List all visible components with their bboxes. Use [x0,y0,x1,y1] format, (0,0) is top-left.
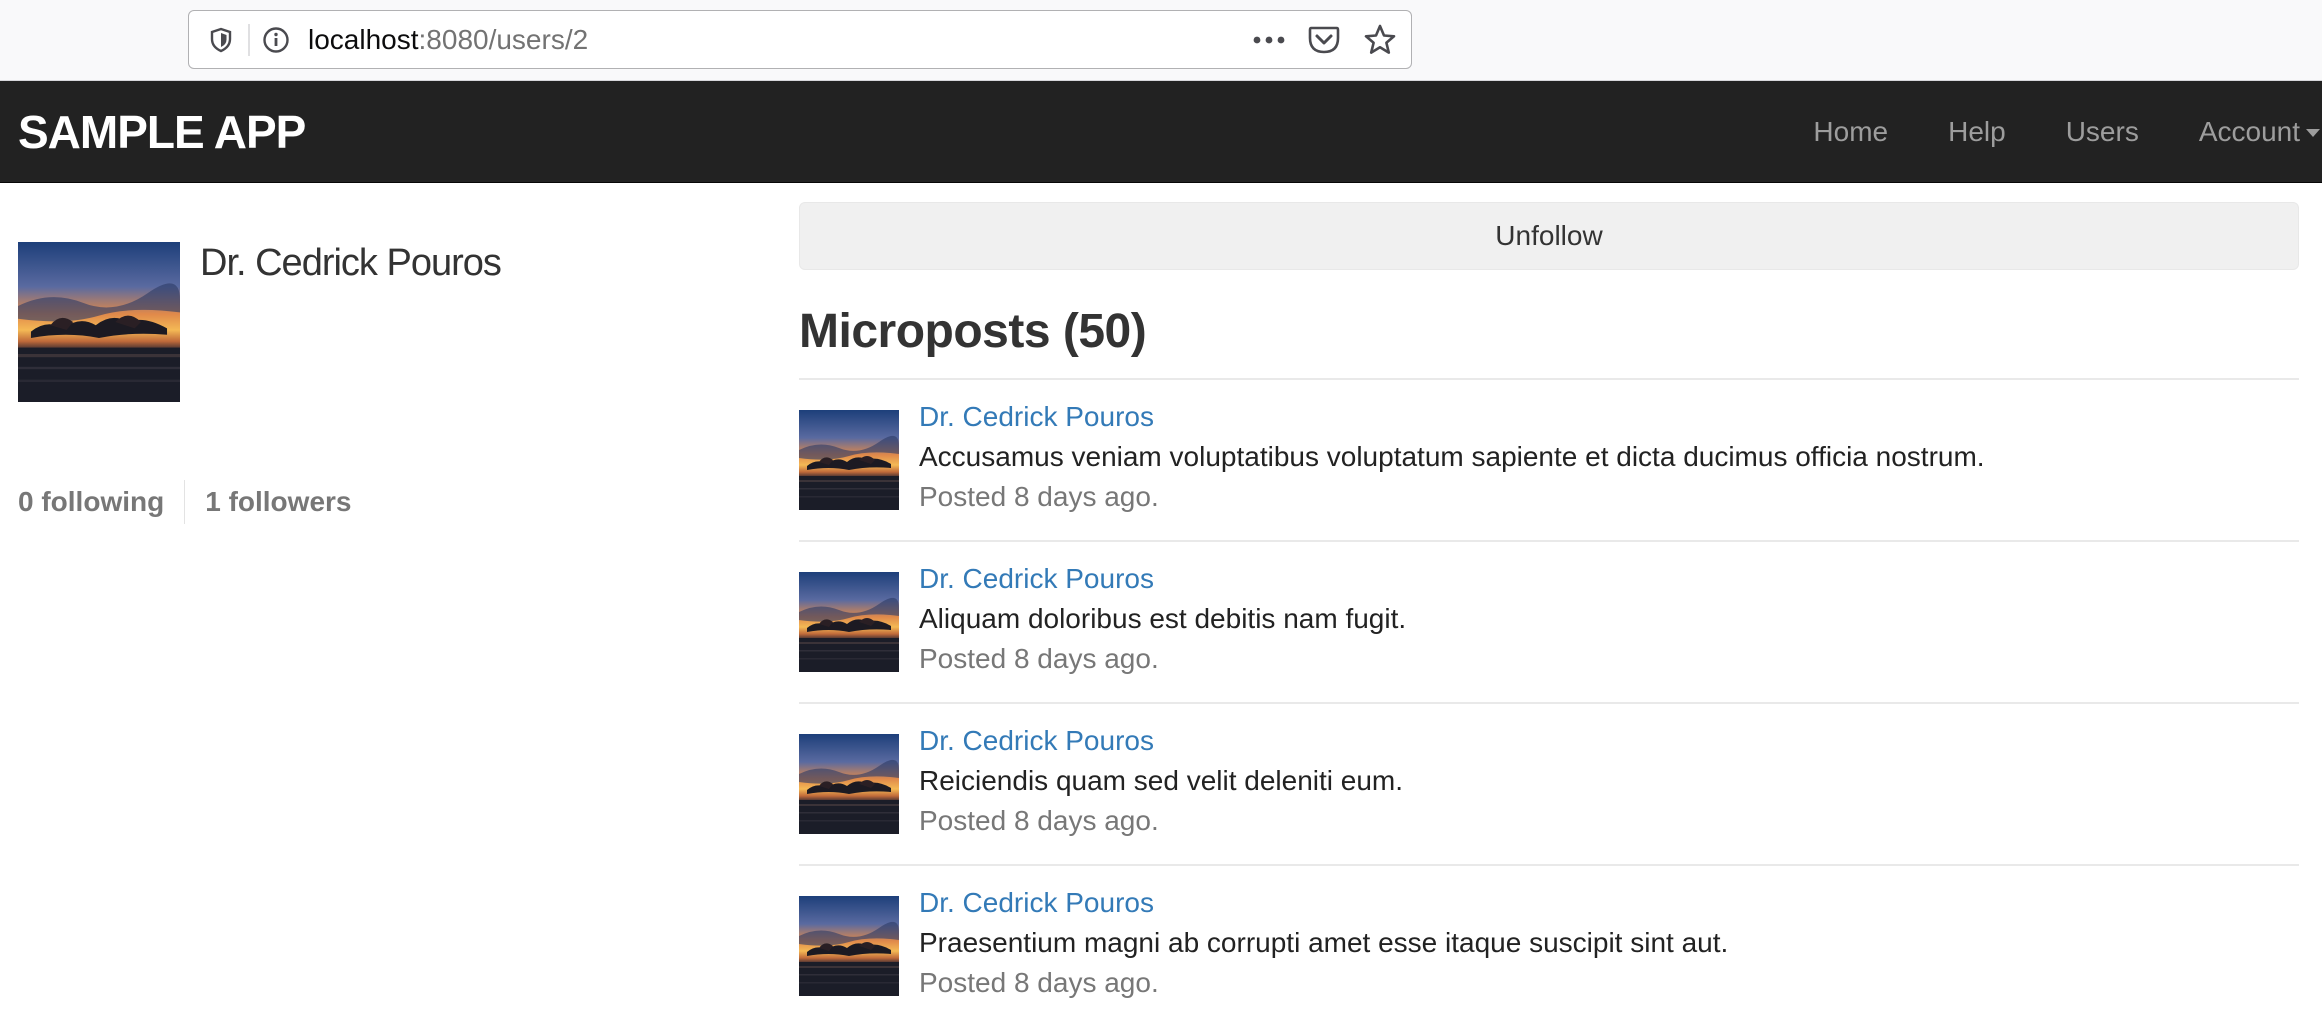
url-text[interactable]: localhost:8080/users/2 [308,23,588,57]
micropost-avatar[interactable] [799,410,899,510]
micropost-content: Accusamus veniam voluptatibus voluptatum… [919,441,1985,472]
url-host: localhost [308,24,419,55]
url-bar-separator [248,24,250,56]
pocket-icon[interactable] [1307,24,1341,56]
nav-account-label: Account [2198,116,2300,147]
nav-links: Home Help Users Account [1783,81,2322,183]
micropost-timestamp: Posted 8 days ago. [919,805,1159,836]
url-bar[interactable]: localhost:8080/users/2 [188,10,1412,69]
micropost-timestamp: Posted 8 days ago. [919,967,1159,998]
micropost-item: Dr. Cedrick Pouros Accusamus veniam volu… [799,379,2299,539]
stats-divider [184,480,186,524]
micropost-timestamp: Posted 8 days ago. [919,643,1159,674]
shield-icon[interactable] [207,26,235,54]
micropost-author-link[interactable]: Dr. Cedrick Pouros [919,887,1154,919]
micropost-content: Reiciendis quam sed velit deleniti eum. [919,765,1404,796]
nav-home-link[interactable]: Home [1783,81,1918,183]
app-navbar: SAMPLE APP Home Help Users Account [0,81,2322,183]
user-name: Dr. Cedrick Pouros [200,242,502,284]
unfollow-button[interactable]: Unfollow [799,202,2299,270]
micropost-timestamp: Posted 8 days ago. [919,481,1159,512]
avatar[interactable] [18,242,180,402]
micropost-author-link[interactable]: Dr. Cedrick Pouros [919,725,1154,757]
nav-account-dropdown[interactable]: Account [2169,81,2322,183]
info-icon[interactable] [261,25,291,55]
micropost-avatar[interactable] [799,896,899,996]
more-dots-icon[interactable] [1251,28,1287,52]
browser-toolbar: localhost:8080/users/2 [0,0,2322,81]
micropost-author-link[interactable]: Dr. Cedrick Pouros [919,401,1154,433]
micropost-author-link[interactable]: Dr. Cedrick Pouros [919,563,1154,595]
nav-users-link[interactable]: Users [2036,81,2169,183]
star-icon[interactable] [1363,23,1397,57]
micropost-content: Aliquam doloribus est debitis nam fugit. [919,603,1407,634]
micropost-item: Dr. Cedrick Pouros Aliquam doloribus est… [799,541,2299,701]
micropost-avatar[interactable] [799,572,899,672]
micropost-item: Dr. Cedrick Pouros Praesentium magni ab … [799,865,2299,1025]
micropost-avatar[interactable] [799,734,899,834]
caret-down-icon [2306,129,2320,137]
microposts-heading: Microposts (50) [799,305,1147,358]
micropost-content: Praesentium magni ab corrupti amet esse … [919,927,1729,958]
user-stats: 0 following 1 followers [18,480,351,524]
nav-help-link[interactable]: Help [1918,81,2036,183]
url-path: :8080/users/2 [418,24,589,55]
app-logo[interactable]: SAMPLE APP [18,81,306,183]
following-count-link[interactable]: 0 following [18,480,164,524]
followers-count-link[interactable]: 1 followers [205,480,351,524]
micropost-item: Dr. Cedrick Pouros Reiciendis quam sed v… [799,703,2299,863]
